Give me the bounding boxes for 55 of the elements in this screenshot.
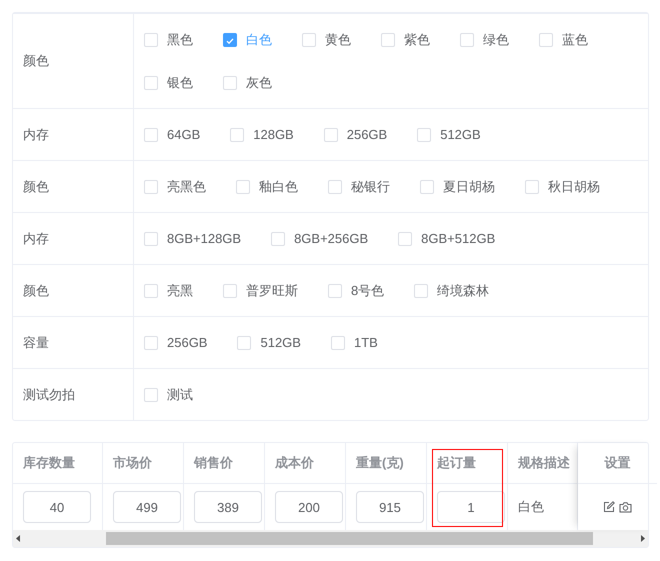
checkbox-label[interactable]: 黄色 [325,30,351,48]
spec-label: 颜色 [23,52,49,70]
input-field[interactable]: 200 [275,491,343,523]
checkbox-label[interactable]: 绮境森林 [437,282,490,300]
checkbox-label[interactable]: 512GB [440,127,481,142]
checkbox-label[interactable]: 秘银行 [351,178,390,196]
input-field[interactable]: 499 [113,491,181,523]
spec-label: 内存 [23,230,49,248]
checkbox-label[interactable]: 8GB+256GB [294,231,368,246]
spec-label: 测试勿拍 [23,386,75,404]
spec-label: 颜色 [23,282,49,300]
spec-label: 内存 [23,126,49,144]
edit-icon[interactable] [603,501,615,513]
column-header: 市场价 [113,454,152,472]
checkbox-label[interactable]: 蓝色 [562,30,588,48]
scroll-right-icon[interactable] [641,535,645,542]
checkbox-label[interactable]: 普罗旺斯 [246,282,298,300]
table-cell: 白色 [518,498,544,516]
checkbox-label[interactable]: 黑色 [167,30,193,48]
checkbox-label[interactable]: 8GB+128GB [167,231,242,246]
checkbox-label[interactable]: 8GB+512GB [421,231,496,246]
column-header: 重量(克) [356,454,404,472]
checkbox-label[interactable]: 128GB [253,127,294,142]
checkbox-label[interactable]: 亮黑色 [167,178,206,196]
checkbox[interactable] [223,32,237,46]
checkbox-label[interactable]: 紫色 [404,30,430,48]
camera-icon[interactable] [619,501,632,513]
checkbox-label[interactable]: 64GB [167,127,200,142]
input-field[interactable]: 40 [23,491,91,523]
column-header: 库存数量 [23,454,75,472]
checkbox-label[interactable]: 绿色 [483,30,509,48]
spec-label: 容量 [23,334,49,352]
input-field[interactable]: 915 [356,491,424,523]
checkbox-label[interactable]: 秋日胡杨 [548,178,600,196]
column-header: 起订量 [437,454,476,472]
input-field[interactable]: 389 [194,491,262,523]
scrollbar[interactable] [13,530,648,547]
checkbox-label[interactable]: 银色 [167,74,193,92]
input-field[interactable]: 1 [437,491,505,523]
checkbox-label[interactable]: 釉白色 [259,178,298,196]
checkbox-label[interactable]: 灰色 [246,74,272,92]
checkbox-label[interactable]: 8号色 [351,282,384,300]
column-header: 规格描述 [518,454,570,472]
checkbox-label[interactable]: 1TB [354,335,378,350]
checkbox-label[interactable]: 夏日胡杨 [443,178,495,196]
checkbox-label[interactable]: 亮黑 [167,282,193,300]
column-header: 设置 [604,454,630,472]
checkbox-label[interactable]: 512GB [260,335,301,350]
scroll-left-icon[interactable] [16,535,20,542]
checkbox-label[interactable]: 测试 [167,386,193,404]
column-header: 销售价 [194,454,233,472]
column-header: 成本价 [275,454,314,472]
checkbox-label[interactable]: 256GB [346,127,388,142]
checkbox-label[interactable]: 256GB [167,335,208,350]
spec-label: 颜色 [23,178,49,196]
